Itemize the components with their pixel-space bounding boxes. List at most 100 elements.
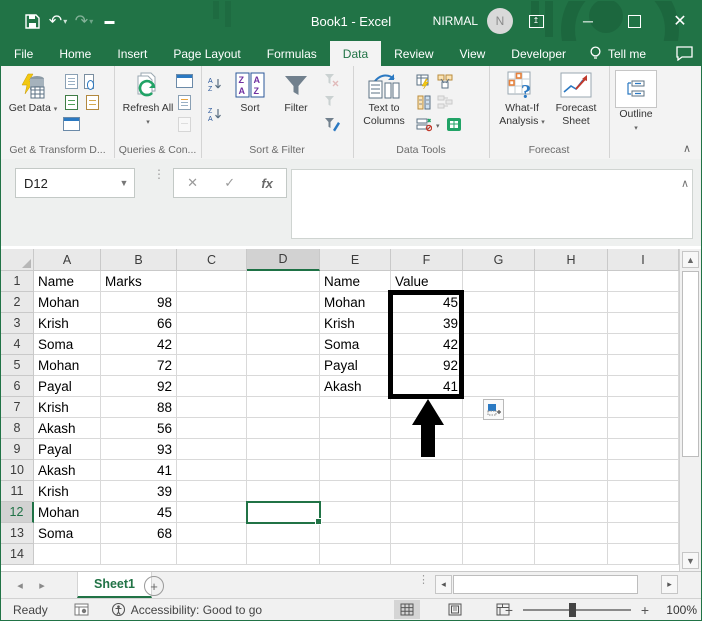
cell-H13[interactable] (535, 523, 608, 544)
insert-function-icon[interactable]: fx (261, 176, 273, 191)
cell-C10[interactable] (177, 460, 247, 481)
cell-F11[interactable] (391, 481, 463, 502)
cell-B3[interactable]: 66 (101, 313, 177, 334)
column-header-d[interactable]: D (247, 249, 320, 271)
cell-A7[interactable]: Krish (34, 397, 101, 418)
row-header-8[interactable]: 8 (1, 418, 34, 439)
cell-F1[interactable]: Value (391, 271, 463, 292)
cell-G1[interactable] (463, 271, 535, 292)
tab-developer[interactable]: Developer (498, 41, 579, 66)
enter-icon[interactable]: ✓ (224, 175, 235, 191)
cell-H5[interactable] (535, 355, 608, 376)
data-validation-icon[interactable] (415, 116, 432, 132)
cell-I1[interactable] (608, 271, 679, 292)
cell-B9[interactable]: 93 (101, 439, 177, 460)
cell-B11[interactable]: 39 (101, 481, 177, 502)
cell-E4[interactable]: Soma (320, 334, 391, 355)
cell-D2[interactable] (247, 292, 320, 313)
queries-connections-icon[interactable] (176, 73, 193, 89)
cell-I2[interactable] (608, 292, 679, 313)
cell-C7[interactable] (177, 397, 247, 418)
cell-B7[interactable]: 88 (101, 397, 177, 418)
macro-record-icon[interactable] (74, 603, 89, 616)
cell-E10[interactable] (320, 460, 391, 481)
ribbon-display-options-icon[interactable]: ↥ (519, 1, 553, 41)
cell-F12[interactable] (391, 502, 463, 523)
row-header-1[interactable]: 1 (1, 271, 34, 292)
cell-F10[interactable] (391, 460, 463, 481)
new-sheet-icon[interactable]: + (144, 576, 164, 596)
cell-E2[interactable]: Mohan (320, 292, 391, 313)
cell-B2[interactable]: 98 (101, 292, 177, 313)
existing-connections-icon[interactable] (84, 94, 101, 110)
cell-A1[interactable]: Name (34, 271, 101, 292)
properties-icon[interactable] (176, 94, 193, 110)
cell-I5[interactable] (608, 355, 679, 376)
column-header-h[interactable]: H (535, 249, 608, 271)
tab-data[interactable]: Data (329, 41, 382, 66)
remove-duplicates-icon[interactable] (415, 94, 432, 110)
flash-fill-icon[interactable] (415, 73, 432, 89)
cell-D10[interactable] (247, 460, 320, 481)
tab-review[interactable]: Review (381, 41, 446, 66)
sort-button[interactable]: ZA AZ Sort (229, 70, 271, 115)
row-header-6[interactable]: 6 (1, 376, 34, 397)
cell-D11[interactable] (247, 481, 320, 502)
maximize-button[interactable] (617, 1, 651, 41)
column-header-g[interactable]: G (463, 249, 535, 271)
cell-B8[interactable]: 56 (101, 418, 177, 439)
cell-G5[interactable] (463, 355, 535, 376)
cell-H7[interactable] (535, 397, 608, 418)
cell-A13[interactable]: Soma (34, 523, 101, 544)
cancel-icon[interactable]: ✕ (187, 175, 198, 191)
scroll-down-icon[interactable]: ▼ (682, 552, 699, 569)
tell-me-box[interactable]: Tell me (579, 41, 656, 66)
from-web-icon[interactable] (63, 94, 80, 110)
cell-D14[interactable] (247, 544, 320, 565)
zoom-slider-thumb[interactable] (569, 602, 576, 617)
cell-H12[interactable] (535, 502, 608, 523)
cell-H8[interactable] (535, 418, 608, 439)
cell-G12[interactable] (463, 502, 535, 523)
cell-F13[interactable] (391, 523, 463, 544)
scroll-up-icon[interactable]: ▲ (682, 251, 699, 268)
row-header-13[interactable]: 13 (1, 523, 34, 544)
cell-E7[interactable] (320, 397, 391, 418)
cell-I8[interactable] (608, 418, 679, 439)
row-header-7[interactable]: 7 (1, 397, 34, 418)
normal-view-button[interactable] (394, 600, 420, 619)
user-name[interactable]: NIRMAL (433, 14, 478, 28)
advanced-filter-icon[interactable] (323, 116, 340, 132)
column-header-b[interactable]: B (101, 249, 177, 271)
tab-file[interactable]: File (1, 41, 46, 66)
cell-H3[interactable] (535, 313, 608, 334)
close-button[interactable]: ✕ (663, 1, 697, 41)
cell-G8[interactable] (463, 418, 535, 439)
cell-B10[interactable]: 41 (101, 460, 177, 481)
cell-D13[interactable] (247, 523, 320, 544)
sort-ascending-icon[interactable]: AZ (206, 76, 223, 92)
filter-button[interactable]: Filter (275, 70, 317, 115)
cell-G14[interactable] (463, 544, 535, 565)
cell-G10[interactable] (463, 460, 535, 481)
row-header-5[interactable]: 5 (1, 355, 34, 376)
cell-D5[interactable] (247, 355, 320, 376)
cell-G11[interactable] (463, 481, 535, 502)
column-header-f[interactable]: F (391, 249, 463, 271)
refresh-all-button[interactable]: Refresh All ▾ (121, 70, 175, 128)
cell-B14[interactable] (101, 544, 177, 565)
zoom-slider[interactable] (523, 602, 631, 617)
cell-H6[interactable] (535, 376, 608, 397)
cell-A12[interactable]: Mohan (34, 502, 101, 523)
cell-E6[interactable]: Akash (320, 376, 391, 397)
row-header-10[interactable]: 10 (1, 460, 34, 481)
zoom-out-icon[interactable]: − (503, 602, 515, 618)
cell-C4[interactable] (177, 334, 247, 355)
row-header-12[interactable]: 12 (1, 502, 34, 523)
page-layout-view-button[interactable] (442, 600, 468, 619)
manage-data-model-icon[interactable] (446, 116, 463, 132)
forecast-sheet-button[interactable]: Forecast Sheet (549, 70, 603, 128)
cell-D3[interactable] (247, 313, 320, 334)
cell-E11[interactable] (320, 481, 391, 502)
cell-D1[interactable] (247, 271, 320, 292)
